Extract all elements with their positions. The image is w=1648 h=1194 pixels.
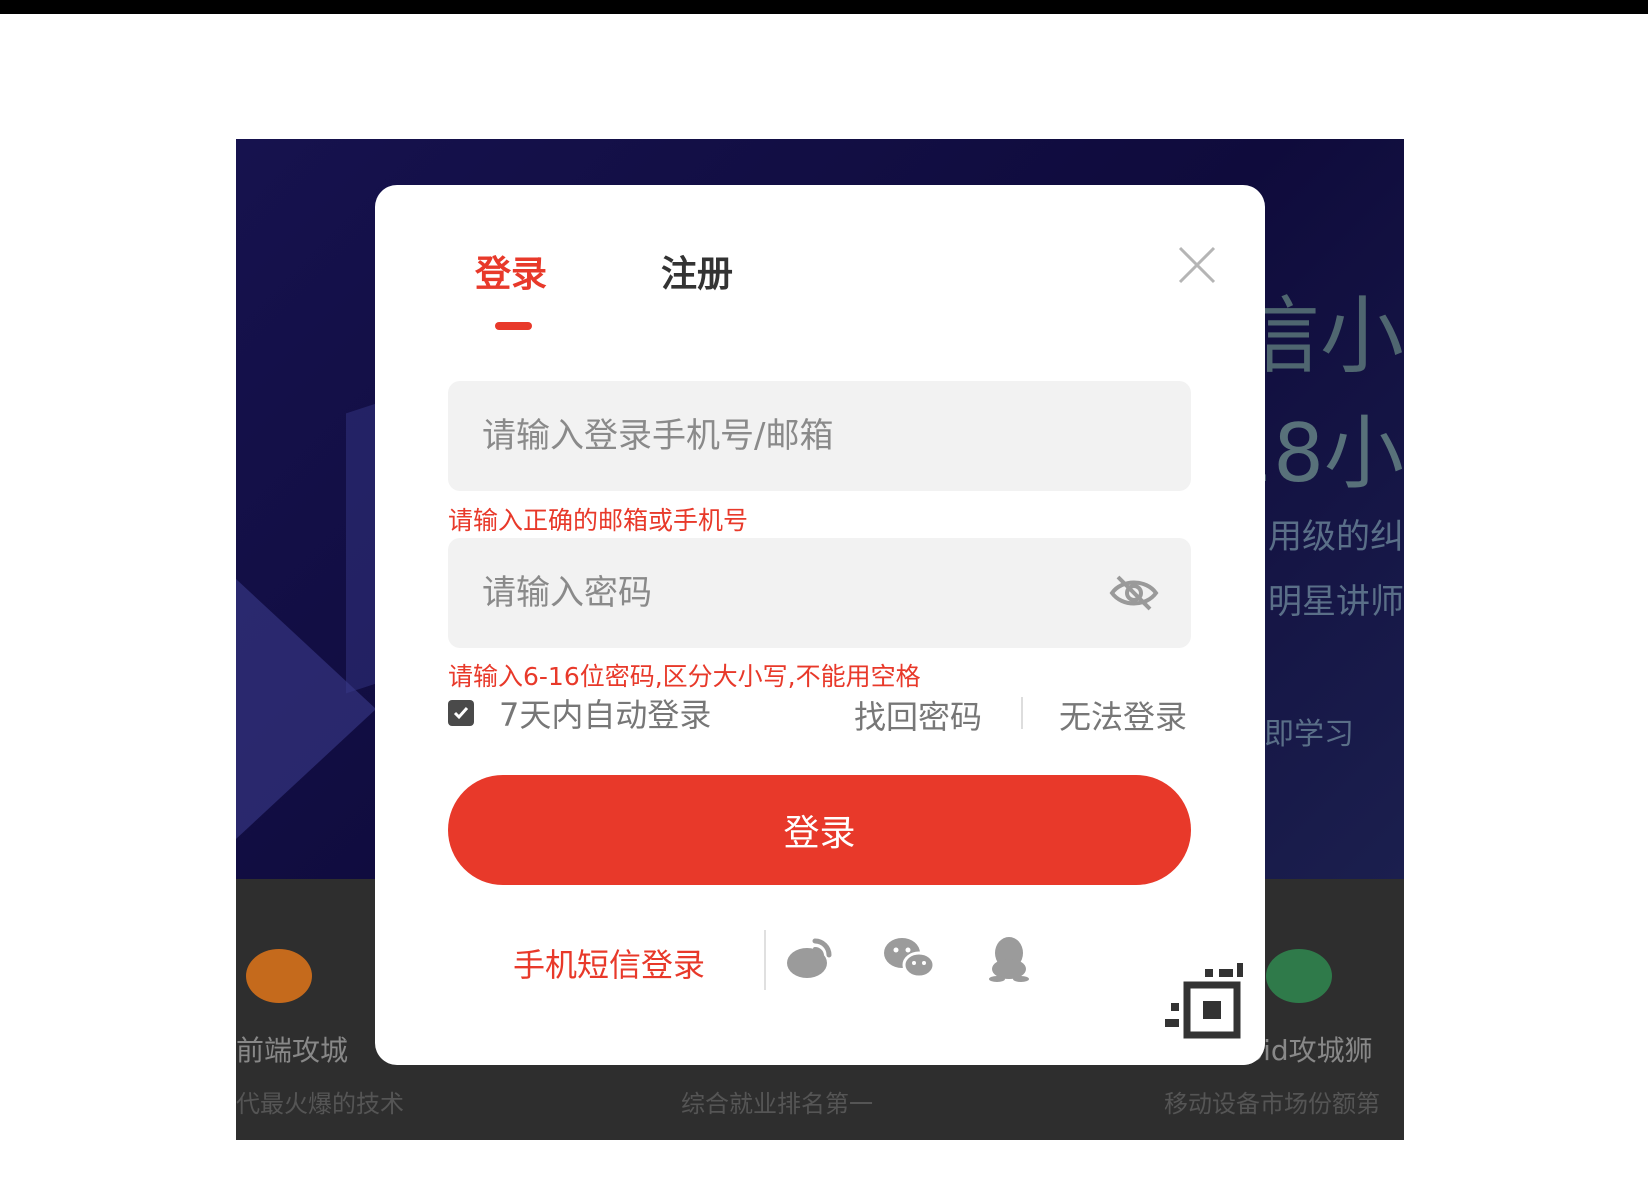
account-input[interactable] <box>448 381 1191 491</box>
wechat-icon[interactable] <box>882 935 938 985</box>
tab-login[interactable]: 登录 <box>475 245 547 297</box>
remember-label: 7天内自动登录 <box>499 696 712 734</box>
course-card-subtitle: 移动设备市场份额第 <box>1164 1090 1380 1118</box>
eye-off-icon[interactable] <box>1108 573 1160 613</box>
login-button[interactable]: 登录 <box>448 775 1191 885</box>
link-divider <box>1021 697 1023 729</box>
forgot-password-link[interactable]: 找回密码 <box>854 692 982 738</box>
sms-login-link[interactable]: 手机短信登录 <box>513 940 705 986</box>
hero-text-line: 用级的纠 <box>1268 517 1404 557</box>
close-icon[interactable] <box>1177 245 1217 285</box>
remember-me[interactable]: 7天内自动登录 <box>448 692 711 734</box>
course-card-title: 前端攻城 <box>236 1034 349 1067</box>
tab-register[interactable]: 注册 <box>661 245 733 297</box>
window-top-bar <box>0 0 1648 14</box>
checkmark-icon <box>453 707 469 720</box>
hero-text-line: 明星讲师 <box>1268 582 1404 622</box>
tab-active-indicator <box>495 322 532 330</box>
course-card-icon <box>246 949 312 1003</box>
course-card-subtitle: 代最火爆的技术 <box>236 1090 404 1118</box>
password-input[interactable] <box>448 538 1191 648</box>
social-divider <box>764 930 766 990</box>
cannot-login-link[interactable]: 无法登录 <box>1059 692 1187 738</box>
remember-checkbox[interactable] <box>448 700 474 726</box>
weibo-icon[interactable] <box>785 935 835 985</box>
course-card-title: oid攻城狮 <box>1246 1034 1373 1067</box>
account-error-message: 请输入正确的邮箱或手机号 <box>448 506 749 535</box>
password-field <box>448 538 1191 648</box>
course-card-icon <box>1266 949 1332 1003</box>
course-card-subtitle: 综合就业排名第一 <box>681 1090 873 1118</box>
qr-code-icon[interactable] <box>1135 933 1265 1065</box>
hero-text-line: 即学习 <box>1264 717 1354 752</box>
password-error-message: 请输入6-16位密码,区分大小写,不能用空格 <box>448 662 921 691</box>
account-field <box>448 381 1191 491</box>
login-modal: 登录 注册 请输入正确的邮箱或手机号 请输入6-16位密码,区分大小写,不能用空… <box>375 185 1265 1065</box>
qq-icon[interactable] <box>987 935 1031 987</box>
